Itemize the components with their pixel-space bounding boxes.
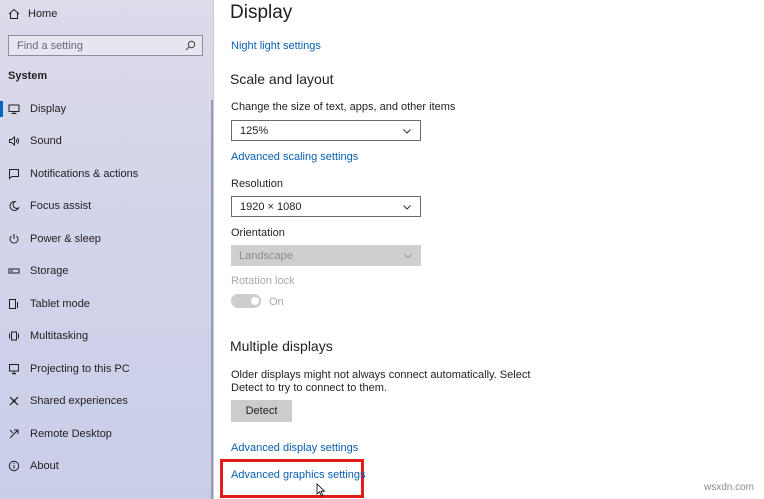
multiple-displays-description: Older displays might not always connect … [231,369,531,394]
storage-icon [8,268,20,274]
main-content: Display Night light settings Scale and l… [215,0,764,499]
home-label: Home [28,8,58,20]
search-input[interactable] [17,39,177,52]
notification-icon [9,169,19,180]
shared-icon [9,396,19,406]
sidebar-item-about[interactable]: About [0,453,212,479]
tablet-icon [9,299,18,309]
sidebar-item-projecting[interactable]: Projecting to this PC [0,356,212,382]
resolution-label: Resolution [231,178,283,190]
orientation-label: Orientation [231,227,285,239]
sidebar-item-remote-desktop[interactable]: Remote Desktop [0,421,212,447]
sidebar-item-label: Power & sleep [30,233,101,245]
sidebar-item-label: Sound [30,135,62,147]
section-label-system: System [8,70,48,82]
section-title-scale-layout: Scale and layout [230,71,334,87]
sidebar-item-label: Shared experiences [30,395,128,407]
advanced-display-settings-link[interactable]: Advanced display settings [231,442,358,454]
sidebar: Home System Display Sound Notifications … [0,0,214,499]
scale-value: 125% [240,124,269,137]
sidebar-item-display[interactable]: Display [0,96,212,122]
sidebar-item-label: Display [30,103,67,115]
sidebar-item-shared-experiences[interactable]: Shared experiences [0,388,212,414]
mouse-cursor-icon [316,483,326,497]
rotation-lock-state: On [269,296,284,308]
sidebar-item-power-sleep[interactable]: Power & sleep [0,226,212,252]
monitor-icon [8,104,20,114]
watermark: wsxdn.com [703,482,754,493]
sidebar-item-tablet-mode[interactable]: Tablet mode [0,291,212,317]
night-light-settings-link[interactable]: Night light settings [231,40,321,52]
chevron-down-icon [403,128,411,134]
advanced-scaling-settings-link[interactable]: Advanced scaling settings [231,151,358,163]
advanced-graphics-settings-link[interactable]: Advanced graphics settings [231,469,366,481]
sidebar-item-label: About [30,460,59,472]
sidebar-item-label: Storage [30,265,69,277]
multitasking-icon [9,331,19,341]
search-box[interactable] [8,35,203,56]
toggle-knob [251,297,259,305]
projecting-icon [9,364,19,375]
page-title: Display [230,2,293,23]
sidebar-item-notifications[interactable]: Notifications & actions [0,161,212,187]
sidebar-item-label: Notifications & actions [30,168,139,180]
detect-button[interactable]: Detect [231,400,292,422]
resolution-value: 1920 × 1080 [240,200,302,213]
orientation-dropdown: Landscape [231,245,421,266]
power-icon [9,234,19,244]
sidebar-item-multitasking[interactable]: Multitasking [0,323,212,349]
search-icon[interactable] [185,40,196,51]
info-icon [8,460,20,472]
resolution-dropdown[interactable]: 1920 × 1080 [231,196,421,217]
sidebar-item-focus-assist[interactable]: Focus assist [0,193,212,219]
moon-icon [9,200,20,211]
chevron-down-icon [404,253,412,259]
rotation-lock-label: Rotation lock [231,275,295,287]
sidebar-item-storage[interactable]: Storage [0,258,212,284]
home-icon [8,8,20,19]
sidebar-item-sound[interactable]: Sound [0,128,212,154]
sidebar-item-label: Focus assist [30,200,92,212]
section-title-multiple-displays: Multiple displays [230,338,333,354]
speaker-icon [9,135,19,147]
sidebar-item-label: Multitasking [30,330,89,342]
rotation-lock-toggle [231,294,261,308]
sidebar-item-label: Remote Desktop [30,428,112,440]
scale-label: Change the size of text, apps, and other… [231,101,456,113]
home-link[interactable]: Home [8,5,57,23]
scale-dropdown[interactable]: 125% [231,120,421,141]
sidebar-scrollbar[interactable] [211,100,213,499]
chevron-down-icon [403,204,411,210]
sidebar-item-label: Projecting to this PC [30,363,130,375]
orientation-value: Landscape [239,249,293,262]
remote-icon [9,429,19,439]
sidebar-item-label: Tablet mode [30,298,90,310]
